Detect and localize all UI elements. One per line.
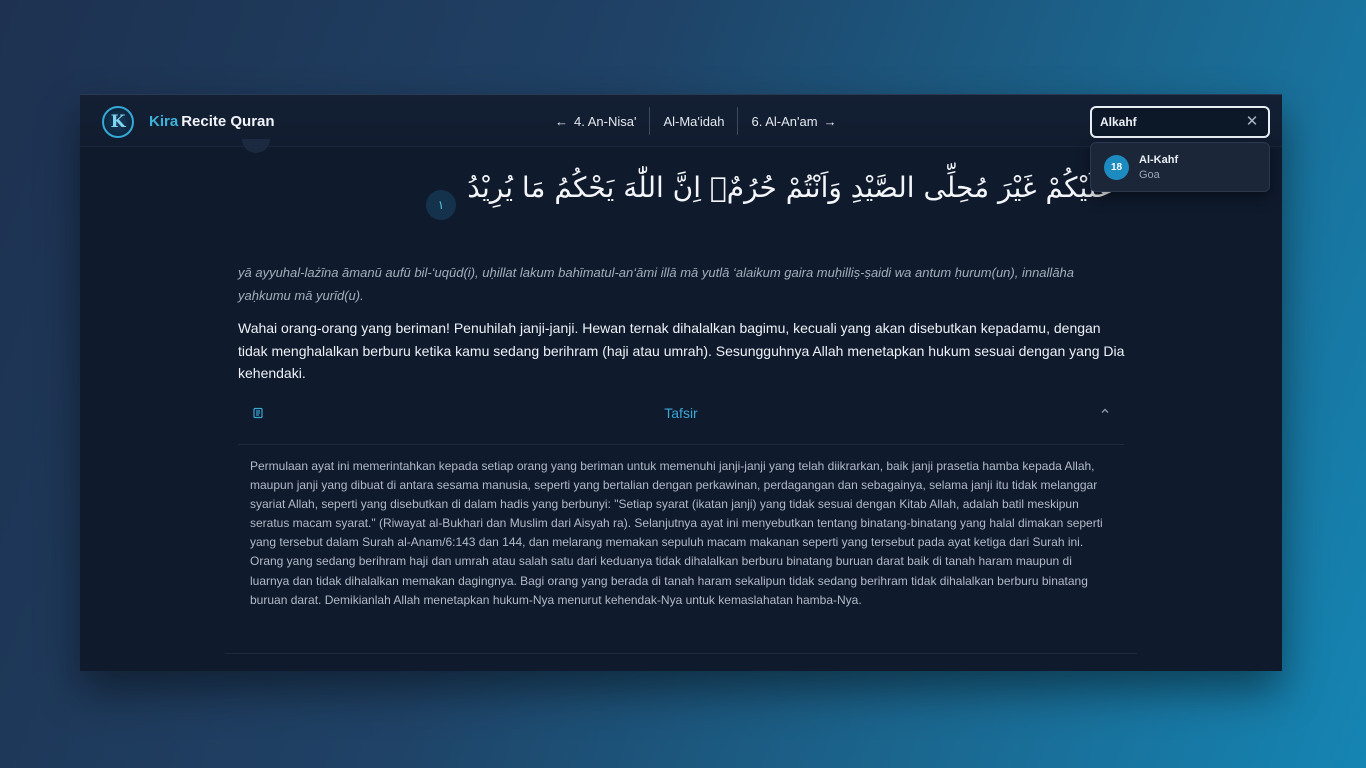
- current-surah-label[interactable]: Al-Ma'idah: [650, 114, 737, 129]
- ayah-transliteration: yā ayyuhal-lażīna āmanū aufū bil-‘uqūd(i…: [238, 265, 1075, 303]
- ayah-number-badge: ١: [426, 190, 456, 220]
- tafsir-title: Tafsir: [664, 405, 698, 421]
- prev-surah-label: 4. An-Nisa': [574, 113, 637, 129]
- search-result-item[interactable]: 18 Al-Kahf Goa: [1090, 142, 1270, 192]
- next-surah-link[interactable]: 6. Al-An'am →: [738, 114, 849, 129]
- search-box: ✕: [1090, 106, 1270, 138]
- tafsir-toggle[interactable]: Tafsir: [238, 395, 1124, 445]
- search-input[interactable]: [1100, 115, 1240, 129]
- brand-prefix: Kira: [149, 113, 179, 130]
- divider: [225, 653, 1137, 654]
- brand-name: Recite Quran: [181, 113, 275, 130]
- arrow-left-icon: ←: [555, 113, 568, 129]
- result-subtitle: Goa: [1139, 168, 1160, 181]
- decorative-circle: [242, 139, 270, 153]
- arrow-right-icon: →: [823, 113, 837, 129]
- next-surah-label: 6. Al-An'am: [751, 113, 818, 129]
- prev-surah-link[interactable]: ← 4. An-Nisa': [542, 114, 649, 129]
- result-name: Al-Kahf: [1139, 153, 1179, 166]
- ayah-arabic-text: عَلَيْكُمْ غَيْرَ مُحِلِّى الصَّيْدِ وَا…: [467, 171, 1114, 204]
- ayah-translation: Wahai orang-orang yang beriman! Penuhila…: [238, 320, 1125, 381]
- chevron-up-icon[interactable]: [1100, 405, 1110, 419]
- brand-title[interactable]: Kira Recite Quran: [149, 113, 275, 130]
- tafsir-content: Permulaan ayat ini memerintahkan kepada …: [250, 459, 1103, 607]
- surah-navigation: ← 4. An-Nisa' Al-Ma'idah 6. Al-An'am →: [542, 106, 850, 136]
- result-number-badge: 18: [1104, 154, 1129, 180]
- close-icon[interactable]: ✕: [1244, 114, 1260, 130]
- logo-letter: K: [110, 112, 126, 132]
- app-window: K Kira Recite Quran ← 4. An-Nisa' Al-Ma'i…: [80, 94, 1282, 671]
- logo-icon[interactable]: K: [102, 106, 134, 138]
